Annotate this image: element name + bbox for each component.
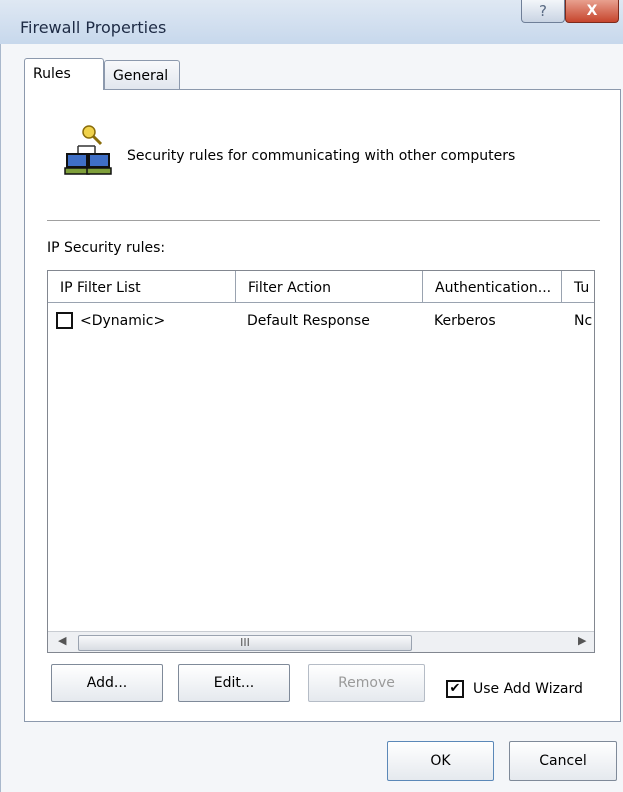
column-header-authentication[interactable]: Authentication...: [423, 271, 562, 303]
column-header-filter-action[interactable]: Filter Action: [236, 271, 423, 303]
cancel-button[interactable]: Cancel: [509, 741, 617, 781]
edit-button[interactable]: Edit...: [178, 664, 290, 702]
scrollbar-grip-icon: III: [240, 636, 250, 649]
column-header-tunnel[interactable]: Tu: [562, 271, 594, 303]
header-description: Security rules for communicating with ot…: [127, 148, 516, 164]
column-header-ip-filter-list[interactable]: IP Filter List: [48, 271, 236, 303]
cell-authentication: Kerberos: [434, 313, 496, 329]
close-button[interactable]: X: [565, 0, 619, 23]
remove-button[interactable]: Remove: [308, 664, 425, 702]
add-button[interactable]: Add...: [51, 664, 163, 702]
ip-security-rules-list[interactable]: IP Filter List Filter Action Authenticat…: [47, 270, 595, 653]
cell-ip-filter-list: <Dynamic>: [80, 313, 166, 329]
cell-tunnel: Nc: [574, 313, 593, 329]
scroll-left-arrow-icon[interactable]: ◀: [58, 634, 66, 647]
scrollbar-thumb[interactable]: III: [78, 635, 412, 651]
ok-button[interactable]: OK: [387, 741, 494, 781]
rule-enabled-checkbox[interactable]: [56, 312, 73, 329]
network-computers-key-icon: [64, 125, 112, 175]
scroll-right-arrow-icon[interactable]: ▶: [578, 634, 586, 647]
cell-filter-action: Default Response: [247, 313, 370, 329]
horizontal-scrollbar[interactable]: ◀ III ▶: [48, 631, 594, 652]
tab-general[interactable]: General: [104, 60, 180, 90]
use-add-wizard-checkbox[interactable]: ✔: [446, 680, 464, 698]
use-add-wizard-label: Use Add Wizard: [473, 681, 583, 697]
tab-rules[interactable]: Rules: [24, 58, 104, 90]
table-row[interactable]: <Dynamic> Default Response Kerberos Nc: [48, 305, 594, 333]
ip-security-rules-label: IP Security rules:: [47, 240, 166, 256]
window-title: Firewall Properties: [20, 18, 167, 37]
help-button[interactable]: ?: [521, 0, 565, 23]
separator: [47, 220, 600, 221]
